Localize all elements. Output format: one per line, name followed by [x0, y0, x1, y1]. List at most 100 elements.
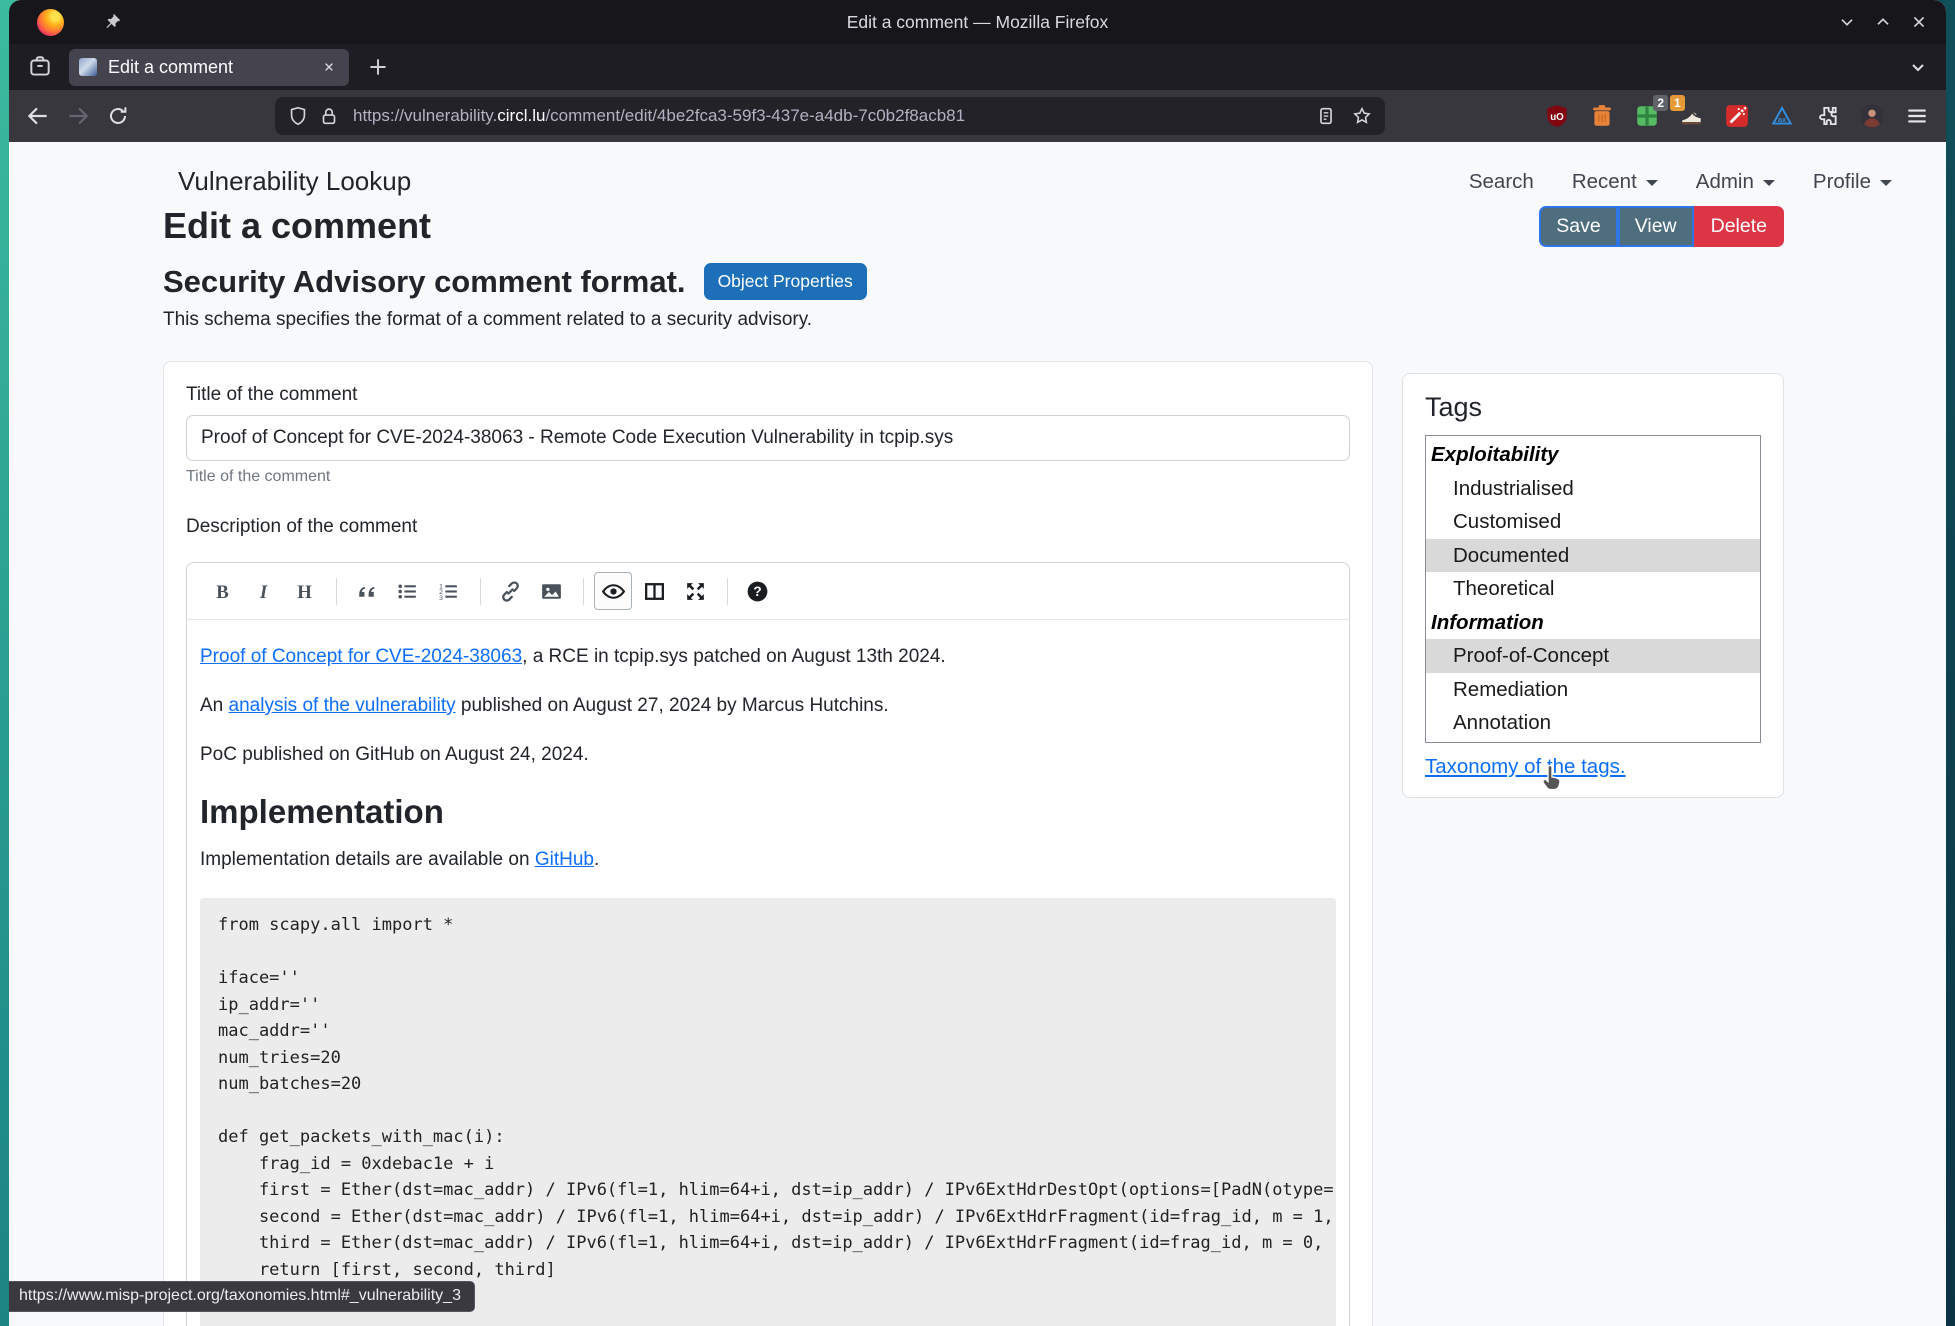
title-label: Title of the comment: [186, 384, 358, 405]
magic-wand-icon[interactable]: [1724, 103, 1750, 129]
app-menu-icon[interactable]: [1904, 103, 1930, 129]
nav-label: Profile: [1812, 169, 1871, 193]
github-link[interactable]: GitHub: [535, 849, 594, 870]
profile-avatar-icon[interactable]: [1859, 103, 1885, 129]
axe-devtools-icon[interactable]: ax: [1769, 103, 1795, 129]
object-properties-button[interactable]: Object Properties: [703, 263, 867, 300]
site-brand[interactable]: Vulnerability Lookup: [178, 166, 411, 197]
pin-icon: [106, 13, 121, 28]
tag-option-industrialised[interactable]: Industrialised: [1426, 472, 1760, 506]
window-titlebar: Edit a comment — Mozilla Firefox: [9, 0, 1946, 44]
nav-recent[interactable]: Recent: [1572, 170, 1658, 194]
tag-group-label: Information: [1431, 610, 1544, 634]
sneaker-icon[interactable]: 1: [1670, 95, 1705, 129]
markdown-editor: B I H 1 2 3? Proof of Concept for CVE-2024-38…: [186, 562, 1350, 1326]
tag-option-documented[interactable]: Documented: [1426, 538, 1760, 572]
navigation-toolbar: https://vulnerability.circl.lu/comment/e…: [9, 90, 1946, 142]
analysis-link[interactable]: analysis of the vulnerability: [229, 695, 456, 716]
side-by-side-button[interactable]: [635, 572, 673, 610]
tags-listbox[interactable]: Exploitability Industrialised Customised Do…: [1425, 435, 1761, 743]
title-helper-text: Title of the comment: [186, 468, 331, 485]
taxonomy-link[interactable]: Taxonomy of the tags.: [1425, 755, 1626, 779]
tag-option-theoretical[interactable]: Theoretical: [1426, 572, 1760, 606]
editor-preview: Proof of Concept for CVE-2024-38063, a R…: [187, 620, 1349, 1326]
implementation-heading: Implementation: [200, 793, 444, 830]
status-bar-url: https://www.misp-project.org/taxonomies.…: [9, 1281, 475, 1312]
nav-admin[interactable]: Admin: [1696, 170, 1775, 194]
minimize-button[interactable]: [1834, 9, 1860, 35]
lock-icon[interactable]: [318, 105, 340, 127]
tag-option-annotation[interactable]: Annotation: [1426, 706, 1760, 740]
code-block: from scapy.all import * iface='' ip_addr…: [200, 898, 1336, 1326]
preview-paragraph: Implementation details are available on …: [200, 849, 600, 870]
toolbar-separator: [336, 577, 337, 605]
reload-button[interactable]: [103, 101, 133, 131]
nav-label: Search: [1468, 169, 1534, 193]
bookmark-star-icon[interactable]: [1351, 105, 1373, 127]
toolbar-separator: [727, 577, 728, 605]
unordered-list-button[interactable]: [388, 572, 426, 610]
view-button[interactable]: View: [1617, 205, 1694, 247]
toolbar-separator: [480, 577, 481, 605]
svg-text:3: 3: [439, 594, 443, 601]
tab-close-icon[interactable]: [319, 57, 339, 77]
tag-option-proof-of-concept[interactable]: Proof-of-Concept: [1426, 639, 1760, 673]
window-title: Edit a comment — Mozilla Firefox: [846, 11, 1109, 32]
page-content: Vulnerability Lookup Search Recent Admin Pr…: [9, 142, 1946, 1326]
delete-button[interactable]: Delete: [1693, 205, 1784, 247]
nav-search[interactable]: Search: [1469, 170, 1534, 194]
list-all-tabs-icon[interactable]: [1906, 55, 1930, 79]
firefox-view-icon[interactable]: [27, 54, 53, 80]
preview-button[interactable]: [594, 572, 632, 610]
guide-button[interactable]: ?: [738, 572, 776, 610]
toolbar-separator: [583, 577, 584, 605]
nav-label: Recent: [1571, 169, 1637, 193]
extension-icons: uO 2 1 ax: [1544, 90, 1930, 142]
green-grid-icon[interactable]: 2: [1634, 95, 1668, 129]
site-header: Vulnerability Lookup Search Recent Admin Pr…: [9, 142, 1946, 197]
forward-button[interactable]: [63, 101, 93, 131]
image-button[interactable]: [532, 572, 570, 610]
browser-window: Edit a comment — Mozilla Firefox Edit a …: [9, 0, 1946, 1326]
tab-favicon: [79, 58, 97, 76]
extension-badge: 1: [1670, 95, 1685, 111]
italic-button[interactable]: I: [244, 572, 282, 610]
nav-profile[interactable]: Profile: [1813, 170, 1892, 194]
title-input[interactable]: [186, 415, 1350, 461]
tag-option-customised[interactable]: Customised: [1426, 505, 1760, 539]
bold-button[interactable]: B: [203, 572, 241, 610]
firefox-logo-icon[interactable]: [37, 8, 64, 36]
preview-paragraph: Proof of Concept for CVE-2024-38063, a R…: [200, 646, 946, 667]
quote-button[interactable]: [347, 572, 385, 610]
cve-poc-link[interactable]: Proof of Concept for CVE-2024-38063: [200, 646, 522, 667]
shield-icon[interactable]: [287, 105, 309, 127]
ordered-list-button[interactable]: 123: [429, 572, 467, 610]
reader-mode-icon[interactable]: [1315, 105, 1337, 127]
svg-text:B: B: [216, 581, 229, 602]
chevron-down-icon: [1762, 180, 1775, 186]
description-label: Description of the comment: [186, 516, 418, 537]
back-button[interactable]: [23, 101, 53, 131]
puzzle-icon[interactable]: [1814, 103, 1840, 129]
window-controls: [1834, 9, 1932, 35]
fullscreen-button[interactable]: [676, 572, 714, 610]
url-text: https://vulnerability.circl.lu/comment/e…: [353, 106, 966, 125]
url-bar[interactable]: https://vulnerability.circl.lu/comment/e…: [275, 97, 1385, 135]
close-button[interactable]: [1906, 9, 1932, 35]
heading-button[interactable]: H: [285, 572, 323, 610]
tag-option-remediation[interactable]: Remediation: [1426, 673, 1760, 707]
new-tab-button[interactable]: [365, 54, 391, 80]
tags-card: Tags Exploitability Industrialised Customi…: [1402, 373, 1784, 798]
browser-tab[interactable]: Edit a comment: [69, 48, 349, 86]
link-button[interactable]: [491, 572, 529, 610]
trash-icon[interactable]: [1589, 103, 1615, 129]
maximize-button[interactable]: [1870, 9, 1896, 35]
extension-badge: 2: [1653, 95, 1668, 111]
tags-heading: Tags: [1425, 392, 1483, 422]
main-nav: Search Recent Admin Profile: [1469, 170, 1916, 194]
editor-toolbar: B I H 1 2 3?: [187, 563, 1349, 620]
save-button[interactable]: Save: [1539, 205, 1618, 247]
svg-text:uO: uO: [1550, 112, 1564, 123]
nav-label: Admin: [1695, 169, 1754, 193]
ublock-origin-icon[interactable]: uO: [1544, 103, 1570, 129]
